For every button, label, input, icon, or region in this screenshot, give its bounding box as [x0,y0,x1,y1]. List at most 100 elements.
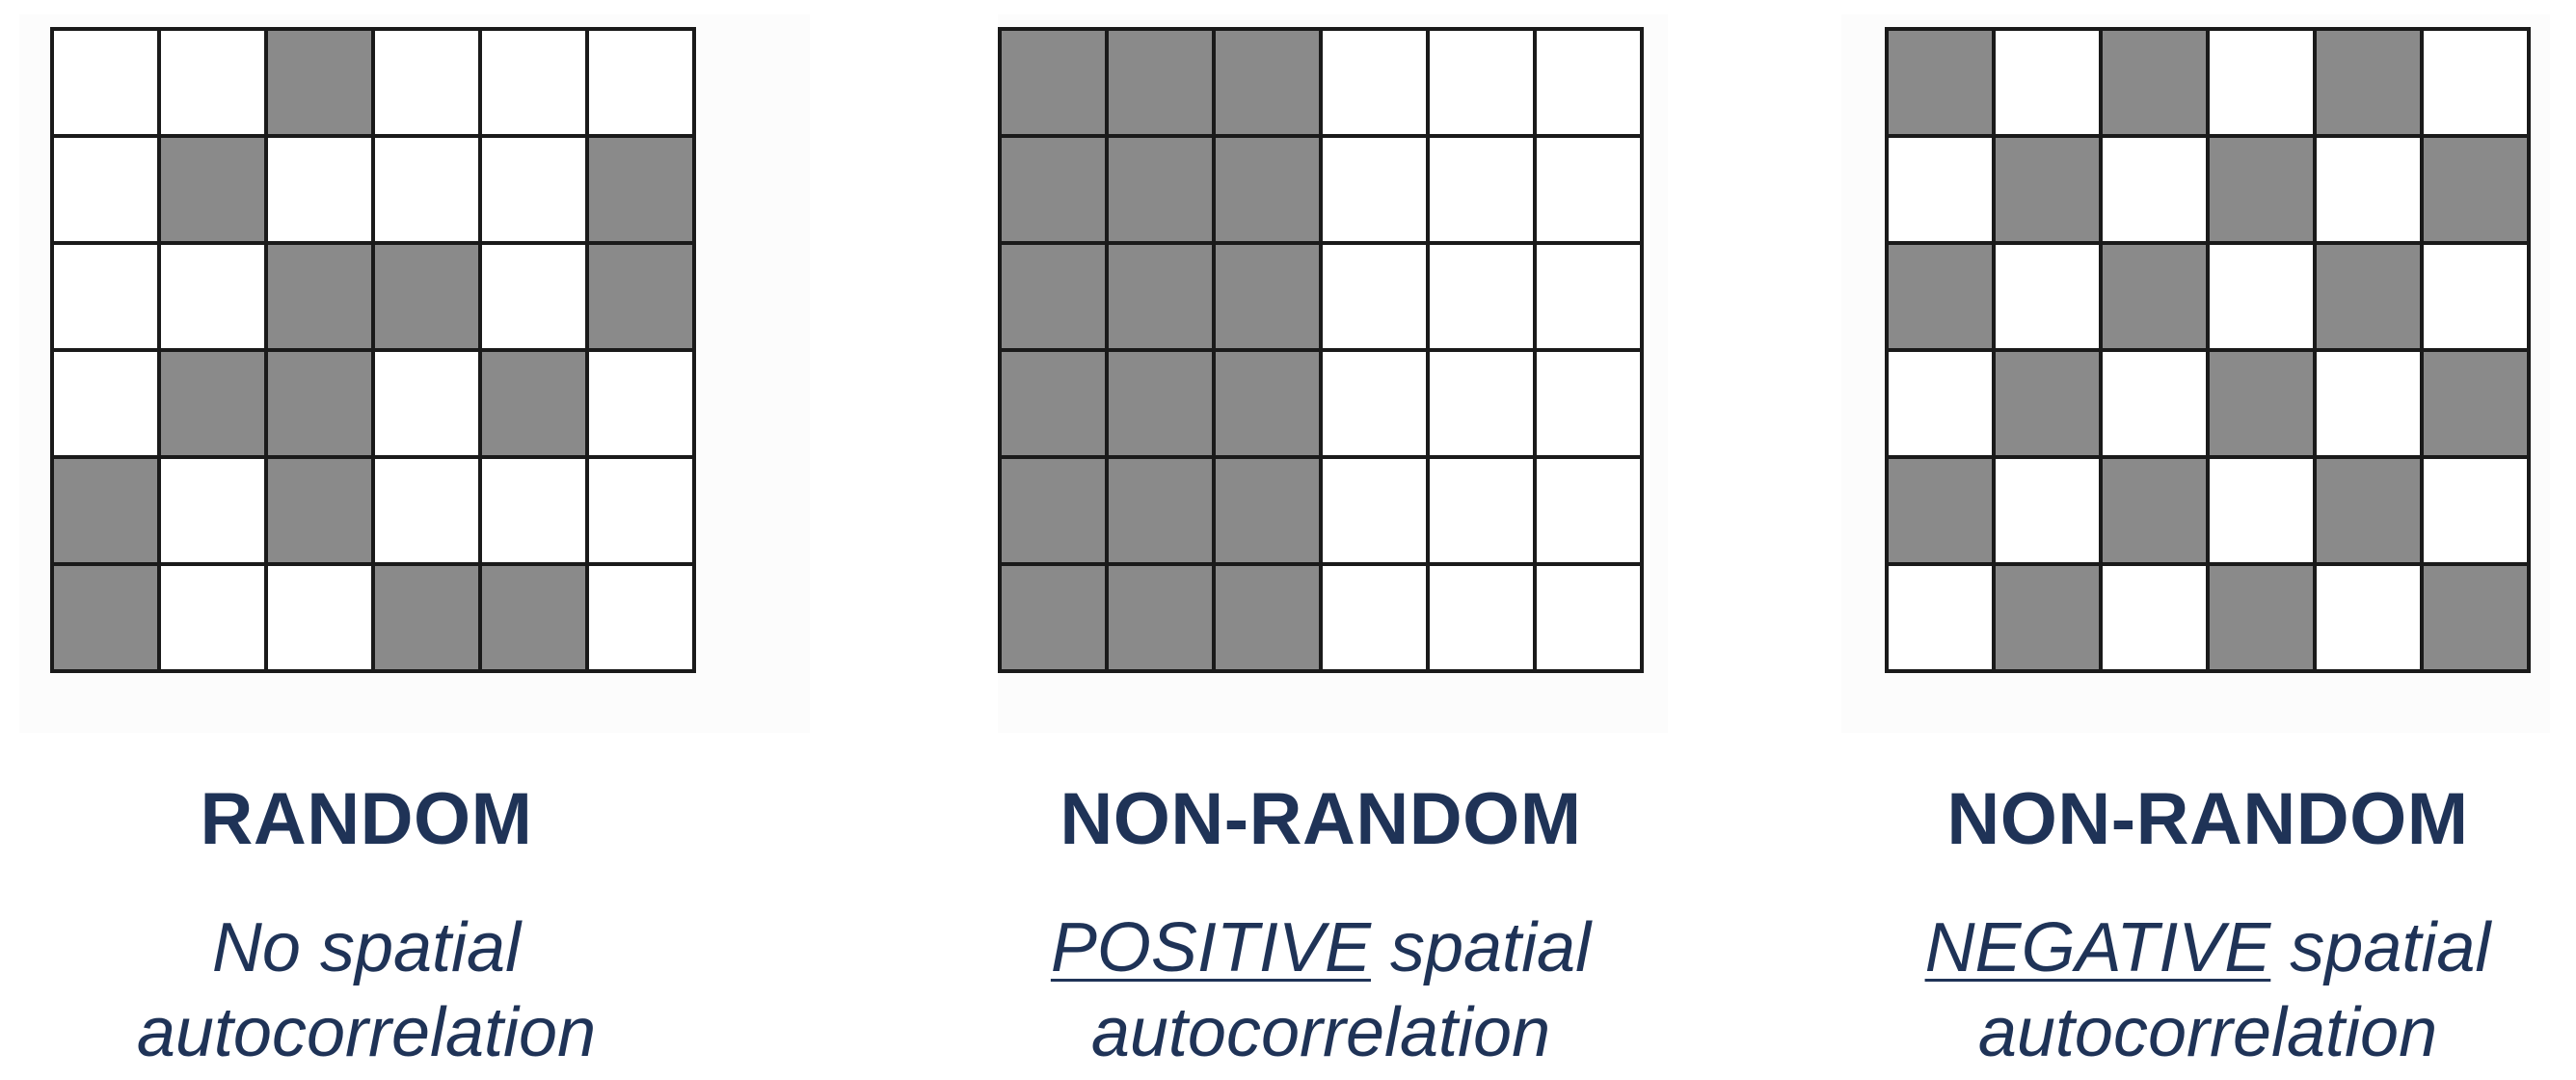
empty-cell [1889,352,1992,455]
caption-negative: NEGATIVE spatial autocorrelation [1841,905,2574,1075]
caption-line1: No spatial [211,909,522,986]
filled-cell [375,566,478,669]
filled-cell [1109,459,1212,562]
empty-cell [1323,566,1426,669]
filled-cell [589,138,692,241]
empty-cell [268,566,371,669]
filled-cell [268,459,371,562]
empty-cell [1323,31,1426,134]
empty-cell [1537,459,1640,562]
filled-cell [1216,138,1319,241]
filled-cell [2424,138,2527,241]
empty-cell [1889,138,1992,241]
empty-cell [482,138,585,241]
filled-cell [1002,566,1105,669]
filled-cell [1216,352,1319,455]
empty-cell [589,459,692,562]
empty-cell [2210,245,2313,348]
empty-cell [1996,31,2099,134]
empty-cell [589,352,692,455]
filled-cell [54,566,157,669]
caption-emphasis: NEGATIVE [1924,909,2271,986]
filled-cell [2317,31,2420,134]
empty-cell [2424,245,2527,348]
filled-cell [1996,352,2099,455]
filled-cell [482,566,585,669]
caption-line1: spatial [1370,909,1592,986]
empty-cell [2103,138,2206,241]
filled-cell [1109,138,1212,241]
empty-cell [54,352,157,455]
empty-cell [161,566,264,669]
grid-positive [998,27,1644,673]
empty-cell [161,459,264,562]
empty-cell [1430,31,1533,134]
grid-negative [1885,27,2531,673]
empty-cell [375,459,478,562]
empty-cell [268,138,371,241]
filled-cell [2210,352,2313,455]
empty-cell [1537,245,1640,348]
empty-cell [2317,352,2420,455]
empty-cell [1996,459,2099,562]
filled-cell [1216,245,1319,348]
empty-cell [2317,566,2420,669]
grid-random [50,27,696,673]
empty-cell [1323,245,1426,348]
filled-cell [1109,352,1212,455]
caption-line1: spatial [2270,909,2491,986]
empty-cell [1430,352,1533,455]
caption-line2: autocorrelation [136,994,597,1071]
empty-cell [1430,459,1533,562]
filled-cell [268,245,371,348]
empty-cell [375,31,478,134]
filled-cell [161,352,264,455]
empty-cell [1537,138,1640,241]
empty-cell [1323,352,1426,455]
caption-line2: autocorrelation [1090,994,1551,1071]
filled-cell [268,352,371,455]
filled-cell [2317,245,2420,348]
filled-cell [1889,245,1992,348]
filled-cell [2210,138,2313,241]
empty-cell [1430,566,1533,669]
empty-cell [589,31,692,134]
filled-cell [1889,31,1992,134]
filled-cell [2317,459,2420,562]
empty-cell [1889,566,1992,669]
empty-cell [2103,352,2206,455]
caption-random: No spatial autocorrelation [0,905,733,1075]
heading-random: RANDOM [200,778,533,860]
filled-cell [2424,566,2527,669]
filled-cell [1109,31,1212,134]
caption-emphasis: POSITIVE [1050,909,1371,986]
empty-cell [1430,138,1533,241]
filled-cell [1996,566,2099,669]
empty-cell [1323,138,1426,241]
empty-cell [2424,459,2527,562]
filled-cell [2103,459,2206,562]
empty-cell [482,31,585,134]
filled-cell [1002,352,1105,455]
filled-cell [1216,459,1319,562]
filled-cell [54,459,157,562]
empty-cell [2210,459,2313,562]
filled-cell [1002,245,1105,348]
filled-cell [2210,566,2313,669]
filled-cell [1002,138,1105,241]
filled-cell [1216,31,1319,134]
filled-cell [2424,352,2527,455]
empty-cell [2317,138,2420,241]
empty-cell [2103,566,2206,669]
filled-cell [375,245,478,348]
empty-cell [1996,245,2099,348]
empty-cell [1537,31,1640,134]
empty-cell [1323,459,1426,562]
filled-cell [268,31,371,134]
filled-cell [1889,459,1992,562]
empty-cell [482,459,585,562]
filled-cell [1109,566,1212,669]
filled-cell [1002,459,1105,562]
filled-cell [2103,31,2206,134]
empty-cell [2424,31,2527,134]
